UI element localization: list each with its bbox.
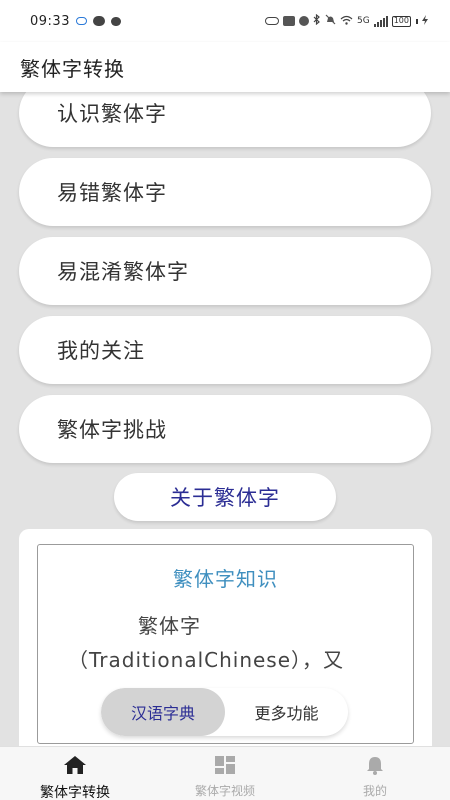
battery-level: 100	[393, 16, 409, 25]
message-icon	[110, 16, 121, 26]
charging-icon	[422, 14, 428, 28]
about-button[interactable]: 关于繁体字	[114, 473, 336, 521]
status-bar: 09:33 5G 100	[0, 0, 450, 42]
segmented-toggle: 汉语字典 更多功能	[101, 688, 348, 736]
wifi-icon	[340, 15, 353, 28]
app-header: 繁体字转换	[0, 42, 450, 92]
nav-item-video[interactable]: 繁体字视频	[150, 747, 300, 800]
nav-item-convert[interactable]: 繁体字转换	[0, 747, 150, 800]
bluetooth-icon	[313, 13, 321, 28]
info-card-title: 繁体字知识	[173, 567, 278, 591]
signal-icon	[373, 15, 388, 27]
page-title: 繁体字转换	[20, 56, 125, 81]
menu-button-label: 我的关注	[57, 339, 145, 363]
status-right: 5G 100	[265, 13, 428, 28]
menu-button-recognize[interactable]: 认识繁体字	[19, 92, 431, 147]
bottom-nav: 繁体字转换 繁体字视频 我的	[0, 746, 450, 800]
home-icon	[63, 755, 87, 779]
segment-more-label: 更多功能	[254, 704, 319, 723]
menu-button-confusing[interactable]: 易混淆繁体字	[19, 237, 431, 305]
nav-item-mine[interactable]: 我的	[300, 747, 450, 800]
nav-label-video: 繁体字视频	[194, 784, 255, 798]
menu-button-my-follows[interactable]: 我的关注	[19, 316, 431, 384]
main-content[interactable]: 认识繁体字 易错繁体字 易混淆繁体字 我的关注 繁体字挑战 关于繁体字 繁体字知…	[0, 92, 450, 746]
battery-tip	[416, 18, 418, 24]
mute-icon	[325, 14, 336, 28]
info-card-text: 繁体字 （TraditionalChinese），又	[68, 609, 388, 677]
about-button-label: 关于繁体字	[170, 486, 280, 510]
menu-button-error-prone[interactable]: 易错繁体字	[19, 158, 431, 226]
status-time: 09:33	[30, 13, 70, 29]
menu-button-label: 易混淆繁体字	[57, 260, 189, 284]
menu-button-label: 易错繁体字	[57, 181, 167, 205]
battery-icon: 100	[391, 15, 411, 27]
menu-button-label: 认识繁体字	[57, 102, 167, 126]
segment-dictionary[interactable]: 汉语字典	[101, 688, 225, 736]
nav-label-convert: 繁体字转换	[40, 785, 110, 800]
eye-icon	[265, 17, 280, 25]
bell-icon	[365, 755, 385, 779]
status-left: 09:33	[30, 14, 121, 29]
info-text-line-1: 繁体字	[138, 614, 201, 638]
grid-icon	[214, 755, 236, 779]
info-text-line-2: （TraditionalChinese），又	[68, 648, 345, 672]
signal-label: 5G	[357, 16, 370, 26]
segment-more-features[interactable]: 更多功能	[225, 688, 348, 736]
wechat-icon	[92, 16, 105, 26]
segment-dictionary-label: 汉语字典	[130, 704, 195, 723]
cloud-icon	[75, 17, 87, 25]
menu-button-label: 繁体字挑战	[57, 418, 167, 442]
nav-label-mine: 我的	[362, 784, 387, 798]
alarm-icon	[299, 16, 310, 26]
menu-button-challenge[interactable]: 繁体字挑战	[19, 395, 431, 463]
nfc-icon	[283, 16, 296, 26]
